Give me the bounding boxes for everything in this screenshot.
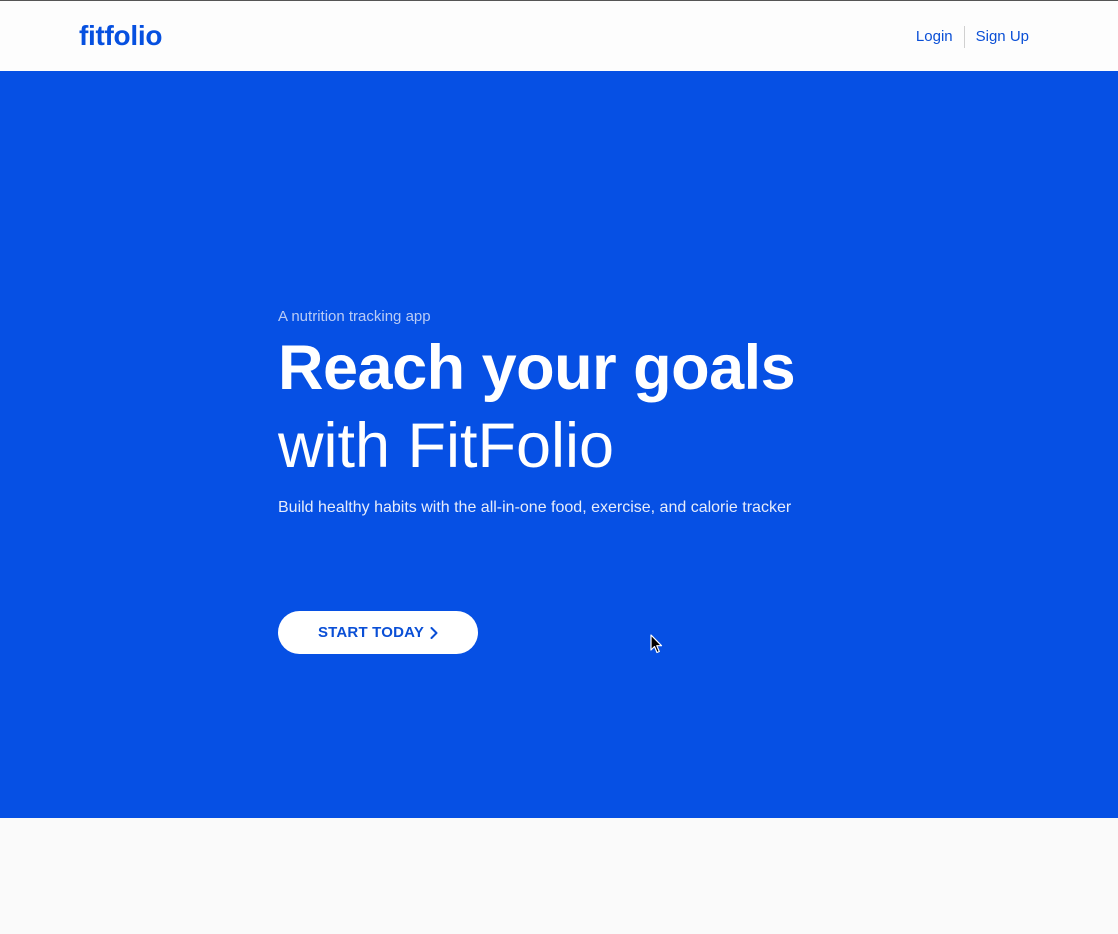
signup-link[interactable]: Sign Up (976, 25, 1029, 49)
below-fold-section (0, 818, 1118, 934)
start-today-button[interactable]: START TODAY (278, 611, 478, 654)
hero-subhead: Build healthy habits with the all-in-one… (278, 499, 792, 516)
navbar: fitfolio Login Sign Up (0, 1, 1118, 71)
chevron-right-icon (430, 626, 438, 639)
hero-headline-line2: with FitFolio (278, 411, 615, 481)
hero-section: A nutrition tracking app Reach your goal… (0, 71, 1118, 818)
start-today-label: START TODAY (317, 624, 425, 641)
hero-headline: Reach your goals with FitFolio (278, 329, 898, 485)
hero-content: A nutrition tracking app Reach your goal… (278, 307, 898, 654)
logo[interactable]: fitfolio (79, 19, 162, 53)
nav-divider (963, 26, 965, 48)
mouse-cursor-icon (650, 634, 664, 659)
login-link[interactable]: Login (916, 25, 953, 49)
nav-links: Login Sign Up (916, 25, 1029, 49)
hero-headline-line1: Reach your goals (278, 333, 796, 403)
hero-eyebrow: A nutrition tracking app (278, 308, 431, 325)
